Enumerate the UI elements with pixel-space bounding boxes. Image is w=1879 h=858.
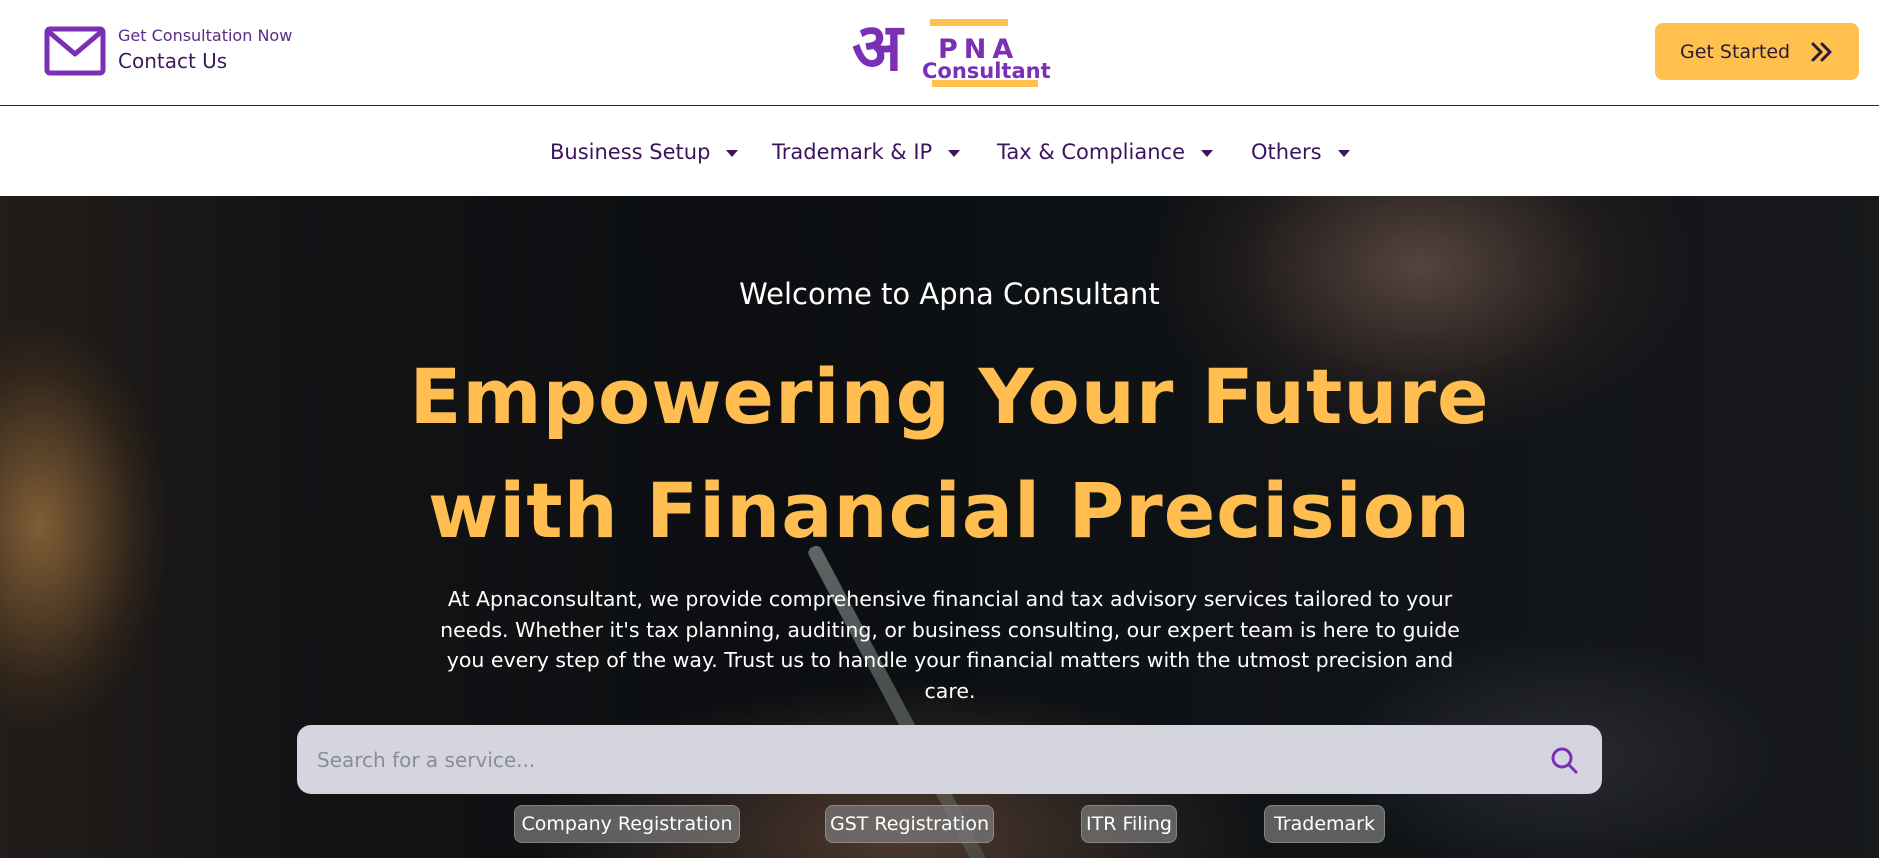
quick-link-label: Company Registration [521,813,733,835]
nav-item-others[interactable]: Others [1251,140,1350,164]
hero-headline-line-2: with Financial Precision [428,466,1471,555]
top-header: Get Consultation Now Contact Us अ PNA Co… [0,0,1879,106]
hero-description: At Apnaconsultant, we provide comprehens… [440,587,1460,703]
nav-item-trademark-ip[interactable]: Trademark & IP [772,140,961,164]
quick-link-label: ITR Filing [1086,813,1172,835]
contact-us-link[interactable]: Get Consultation Now Contact Us [44,26,292,76]
quick-link-itr-filing[interactable]: ITR Filing [1081,805,1177,843]
logo-devanagari-text: अ [852,14,905,86]
caret-down-icon [948,149,961,157]
nav-item-label: Trademark & IP [772,140,933,164]
main-nav: Business Setup Trademark & IP Tax & Comp… [0,107,1879,196]
double-chevron-right-icon [1811,42,1832,62]
nav-item-label: Business Setup [550,140,711,164]
quick-link-label: GST Registration [829,813,989,835]
quick-link-gst-registration[interactable]: GST Registration [825,805,994,843]
search-icon[interactable] [1550,746,1578,774]
nav-item-label: Others [1251,140,1322,164]
hero-headline: Empowering Your Future with Financial Pr… [0,340,1879,568]
caret-down-icon [726,149,739,157]
contact-title: Contact Us [118,49,228,73]
contact-subtitle: Get Consultation Now [118,26,293,45]
service-search-input[interactable] [317,725,1497,794]
mail-icon [44,26,106,76]
logo-word-bottom: Consultant [922,59,1051,83]
service-search-bar [297,725,1602,794]
apna-consultant-logo[interactable]: अ PNA Consultant [852,14,1052,90]
quick-link-company-registration[interactable]: Company Registration [514,805,740,843]
nav-item-label: Tax & Compliance [997,140,1185,164]
get-started-label: Get Started [1680,40,1791,63]
quick-link-label: Trademark [1274,813,1375,835]
nav-item-tax-compliance[interactable]: Tax & Compliance [997,140,1213,164]
quick-link-trademark[interactable]: Trademark [1264,805,1385,843]
hero-welcome-text: Welcome to Apna Consultant [739,277,1160,311]
nav-item-business-setup[interactable]: Business Setup [550,140,739,164]
caret-down-icon [1337,149,1350,157]
caret-down-icon [1201,149,1213,157]
get-started-button[interactable]: Get Started [1655,23,1859,80]
hero-headline-line-1: Empowering Your Future [409,352,1490,441]
